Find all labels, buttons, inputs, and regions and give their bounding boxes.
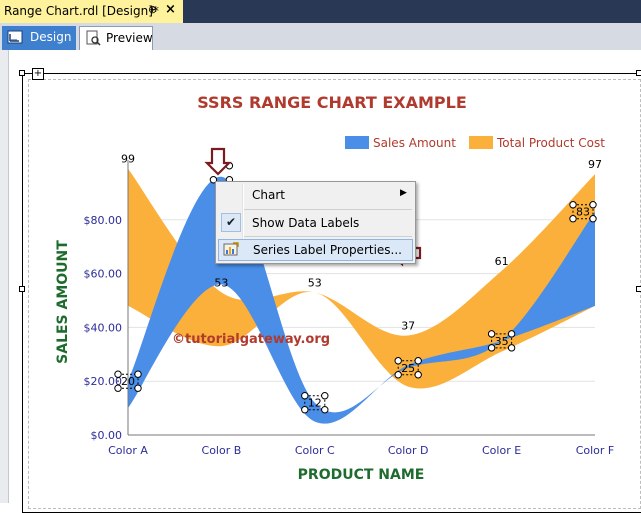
data-label-total-product-cost: 99 bbox=[121, 153, 135, 166]
context-menu: Chart ▶ ✔ Show Data Labels Series Label … bbox=[215, 181, 416, 264]
label-selection-handle[interactable] bbox=[134, 370, 142, 378]
data-label-total-product-cost: 53 bbox=[214, 276, 228, 289]
menu-item-show-data-labels-label: Show Data Labels bbox=[252, 216, 360, 230]
label-selection-handle[interactable] bbox=[414, 357, 422, 365]
annotation-arrow-down-icon bbox=[204, 147, 232, 176]
data-label-sales-amount: 83 bbox=[576, 206, 590, 219]
submenu-arrow-icon: ▶ bbox=[400, 188, 407, 198]
label-selection-handle[interactable] bbox=[414, 371, 422, 379]
legend-swatch-total-product-cost bbox=[469, 136, 493, 149]
menu-item-series-label-properties-label: Series Label Properties... bbox=[253, 243, 402, 257]
label-selection-handle[interactable] bbox=[589, 215, 597, 223]
x-tick-label: Color F bbox=[576, 444, 615, 457]
y-axis-title: SALES AMOUNT bbox=[55, 240, 71, 364]
label-selection-handle[interactable] bbox=[507, 344, 516, 352]
label-selection-handle[interactable] bbox=[507, 330, 516, 338]
data-label-sales-amount: 20 bbox=[121, 375, 135, 388]
label-selection-handle[interactable] bbox=[589, 201, 597, 209]
x-tick-label: Color D bbox=[388, 444, 429, 457]
menu-item-series-label-properties[interactable]: Series Label Properties... bbox=[218, 239, 413, 261]
y-tick-label: $60.00 bbox=[84, 268, 123, 281]
checkmark-icon: ✔ bbox=[221, 213, 241, 232]
legend-label-total-product-cost: Total Product Cost bbox=[496, 136, 605, 150]
menu-item-show-data-labels[interactable]: ✔ Show Data Labels bbox=[218, 212, 413, 234]
chart-title: SSRS RANGE CHART EXAMPLE bbox=[197, 93, 467, 112]
y-tick-label: $40.00 bbox=[84, 321, 123, 334]
legend-label-sales-amount: Sales Amount bbox=[373, 136, 456, 150]
series-properties-icon bbox=[223, 242, 239, 256]
x-tick-label: Color E bbox=[482, 444, 521, 457]
x-tick-label: Color A bbox=[108, 444, 148, 457]
label-selection-handle[interactable] bbox=[321, 406, 329, 414]
x-axis-title: PRODUCT NAME bbox=[298, 467, 425, 483]
x-tick-label: Color C bbox=[295, 444, 335, 457]
chart-legend: Sales Amount Total Product Cost bbox=[345, 136, 605, 150]
x-tick-label: Color B bbox=[202, 444, 242, 457]
menu-separator bbox=[244, 236, 412, 237]
y-tick-label: $0.00 bbox=[91, 429, 123, 442]
menu-separator bbox=[244, 209, 412, 210]
menu-item-chart[interactable]: Chart ▶ bbox=[218, 184, 413, 206]
data-label-sales-amount: 12 bbox=[308, 397, 322, 410]
data-label-total-product-cost: 61 bbox=[495, 255, 509, 268]
label-selection-handle[interactable] bbox=[134, 384, 142, 392]
y-tick-label: $80.00 bbox=[84, 214, 123, 227]
data-label-sales-amount: 35 bbox=[495, 335, 509, 348]
label-selection-handle[interactable] bbox=[321, 392, 329, 400]
data-label-total-product-cost: 97 bbox=[588, 158, 602, 171]
menu-item-chart-label: Chart bbox=[252, 188, 285, 202]
data-label-total-product-cost: 37 bbox=[401, 319, 415, 332]
legend-swatch-sales-amount bbox=[345, 136, 369, 149]
data-label-total-product-cost: 53 bbox=[308, 276, 322, 289]
watermark-text: ©tutorialgateway.org bbox=[172, 332, 330, 347]
data-label-sales-amount: 25 bbox=[401, 362, 415, 375]
